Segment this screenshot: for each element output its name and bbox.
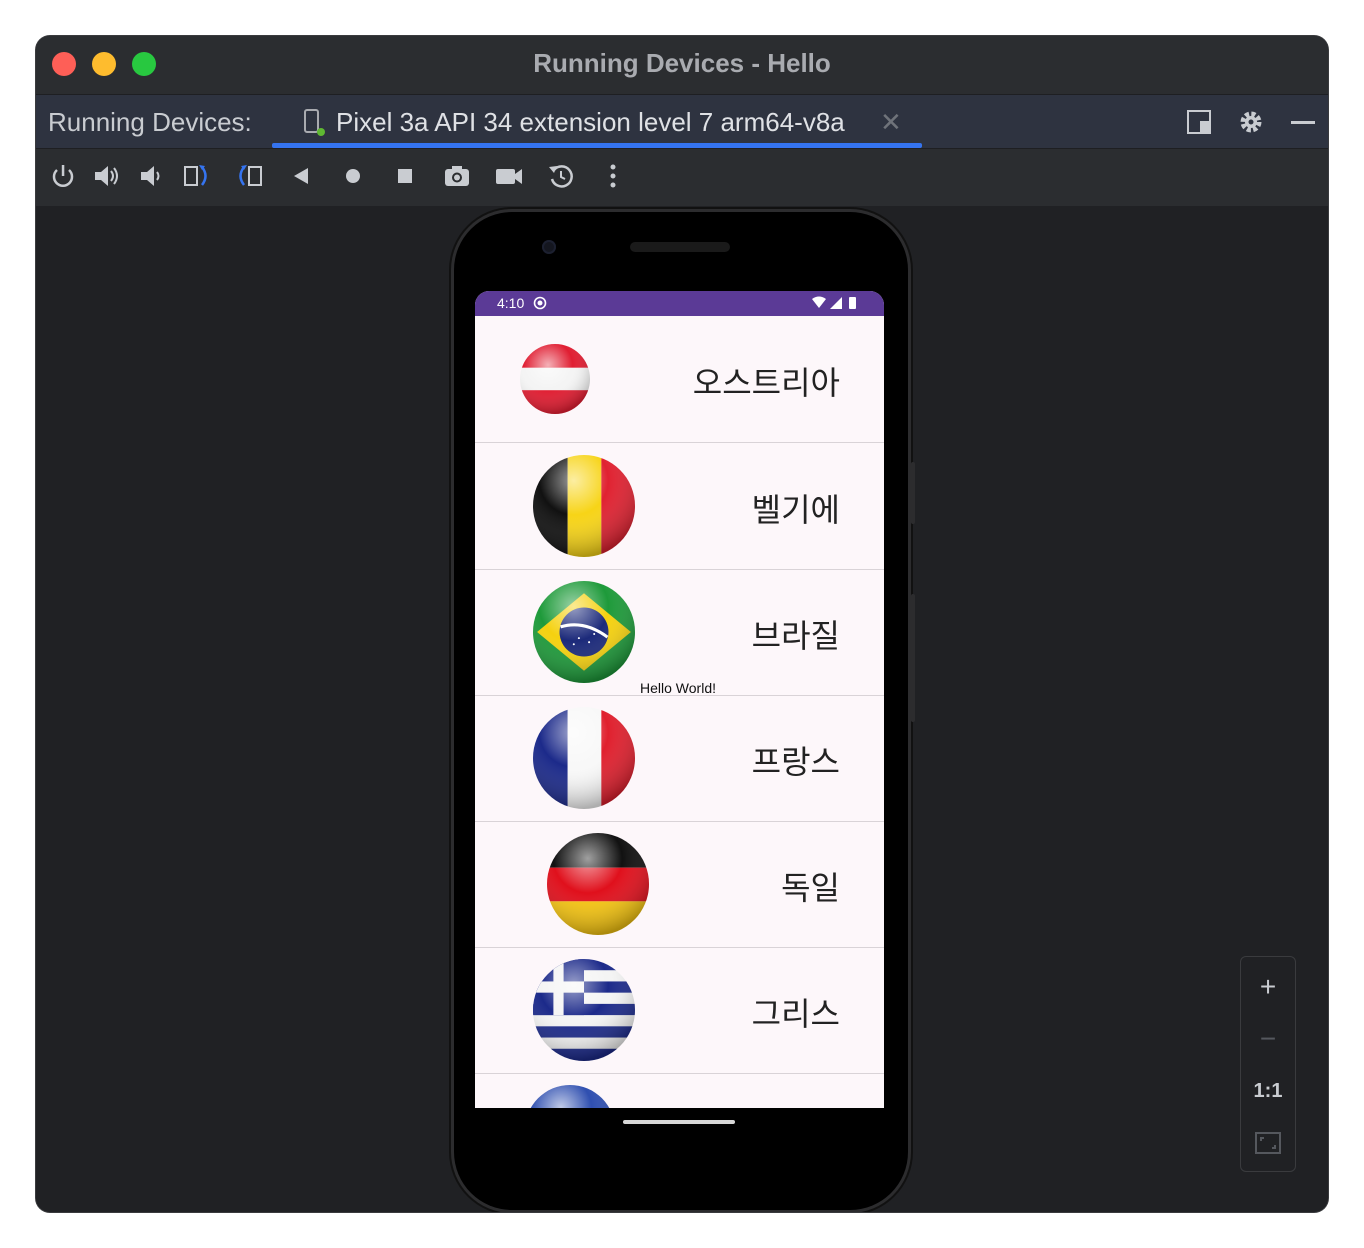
zoom-out-button[interactable]: − [1241,1013,1295,1065]
screen-record-icon[interactable] [494,161,524,191]
reset-icon[interactable] [546,161,576,191]
germany-flag-icon [547,833,649,935]
list-item-partial[interactable] [475,1073,884,1108]
country-name: 브라질 [751,617,840,655]
fit-screen-icon [1255,1132,1281,1154]
volume-rocker [911,594,915,722]
belgium-flag-icon [533,455,635,557]
tab-close-icon[interactable]: ✕ [880,107,902,138]
fit-screen-button[interactable] [1241,1117,1295,1169]
rotate-left-icon[interactable] [182,161,212,191]
home-icon[interactable] [338,161,368,191]
country-name: 그리스 [751,995,840,1033]
country-name: 독일 [781,869,840,907]
pixel-phone-frame: 4:10 오스트리아 벨기에 브라질 프랑스 독일 그리스 Hello Worl… [454,212,915,1210]
more-icon[interactable] [598,161,628,191]
android-nav-bar [475,1108,884,1148]
earpiece-speaker [630,242,730,252]
zoom-controls: + − 1:1 [1240,956,1296,1172]
country-name: 프랑스 [751,743,840,781]
screenshot-icon[interactable] [442,161,472,191]
android-status-bar: 4:10 [475,291,884,316]
next-flag-icon [525,1085,615,1108]
tab-pixel-3a[interactable]: Pixel 3a API 34 extension level 7 arm64-… [272,95,922,148]
running-devices-window: Running Devices - Hello Running Devices:… [36,36,1328,1212]
layout-icon[interactable] [1184,107,1214,137]
gear-icon[interactable] [1236,107,1266,137]
list-item-brazil[interactable]: 브라질 [475,569,884,696]
brazil-flag-icon [533,581,635,683]
list-item-belgium[interactable]: 벨기에 [475,443,884,570]
tab-selected-indicator [272,143,922,148]
volume-down-icon[interactable] [136,161,166,191]
device-screen[interactable]: 4:10 오스트리아 벨기에 브라질 프랑스 독일 그리스 Hello Worl… [475,291,884,1108]
list-item-austria[interactable]: 오스트리아 [475,316,884,443]
minimize-panel-icon[interactable] [1288,107,1318,137]
front-camera [542,240,556,254]
device-phone-icon [304,109,325,136]
tab-label: Pixel 3a API 34 extension level 7 arm64-… [336,107,845,137]
country-name: 오스트리아 [692,364,840,402]
hello-world-text: Hello World! [640,680,716,696]
notification-icon [533,296,547,310]
france-flag-icon [533,707,635,809]
volume-up-icon[interactable] [92,161,122,191]
tabbar-label: Running Devices: [48,107,252,137]
list-item-germany[interactable]: 독일 [475,821,884,948]
country-name: 벨기에 [751,491,840,529]
power-icon[interactable] [48,161,78,191]
greece-flag-icon [533,959,635,1061]
rotate-right-icon[interactable] [234,161,264,191]
overview-icon[interactable] [390,161,420,191]
emulator-toolbar [36,149,1328,206]
power-button [911,462,915,524]
status-icons [812,296,856,309]
actual-size-button[interactable]: 1:1 [1241,1065,1295,1117]
back-icon[interactable] [286,161,316,191]
zoom-in-button[interactable]: + [1241,961,1295,1013]
gesture-nav-handle[interactable] [623,1120,735,1124]
title-bar: Running Devices - Hello [36,36,1328,95]
austria-flag-icon [520,344,590,414]
list-item-greece[interactable]: 그리스 [475,947,884,1074]
status-time: 4:10 [497,295,525,311]
list-item-france[interactable]: 프랑스 [475,695,884,822]
device-tab-bar: Running Devices: Pixel 3a API 34 extensi… [36,95,1328,149]
window-title: Running Devices - Hello [533,48,831,78]
